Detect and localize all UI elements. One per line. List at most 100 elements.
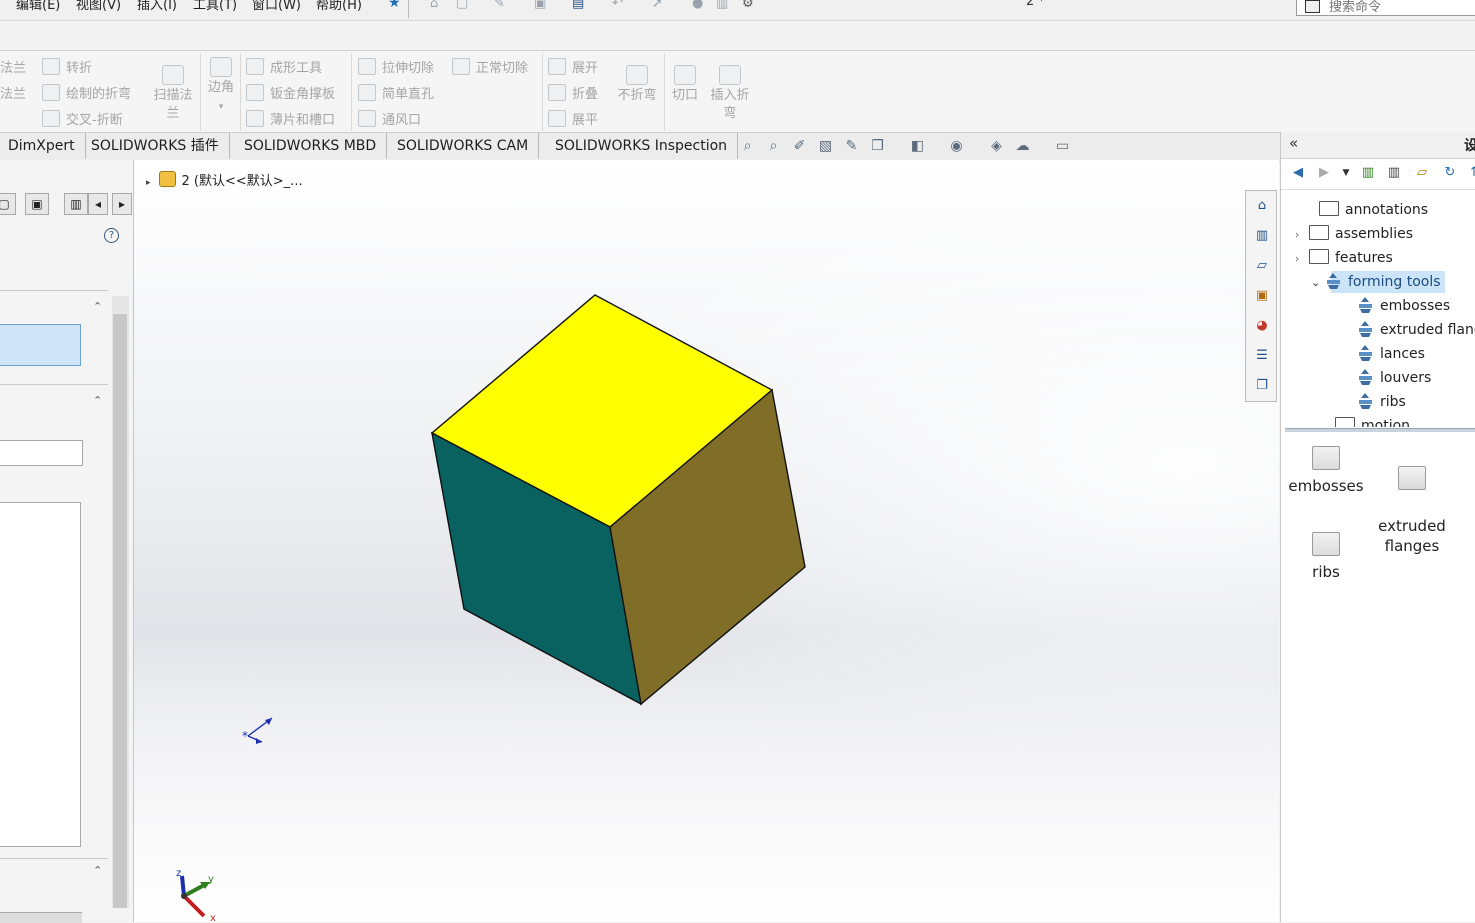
save-icon[interactable]: ▣ [534,0,549,11]
tree-item-louvers[interactable]: louvers [1357,367,1431,389]
menu-insert[interactable]: 插入(I) [137,0,177,13]
fold-button[interactable]: 折叠 [548,83,598,102]
tab-solidworks-inspection[interactable]: SOLIDWORKS Inspection [547,133,739,159]
insert-bends-button[interactable]: 插入折弯 [706,65,754,123]
text-field[interactable] [0,440,83,466]
previous-view-icon[interactable]: ✐ [791,138,808,155]
scroll-right-icon[interactable]: ▸ [112,193,132,215]
vent-button[interactable]: 通风口 [358,109,421,128]
up-one-level-icon[interactable]: ↑ [1465,164,1475,182]
flatten-button[interactable]: 展平 [548,109,598,128]
expand-chevron-icon[interactable]: › [1295,224,1309,246]
add-file-location-icon[interactable]: ▥ [1385,164,1403,182]
sheet-metal-gusset-button[interactable]: 钣金角撑板 [246,83,335,102]
appearances-icon[interactable]: ◕ [1251,315,1273,337]
refresh-icon[interactable]: ↻ [1441,164,1459,182]
menu-edit[interactable]: 编辑(E) [16,0,60,13]
tab-solidworks-cam[interactable]: SOLIDWORKS CAM [389,133,540,159]
pane-splitter[interactable] [1285,428,1475,432]
cube-model[interactable] [430,294,810,714]
configuration-manager-tab-icon[interactable]: ▣ [25,193,49,215]
normal-cut-button[interactable]: 正常切除 [452,57,528,76]
jog-button[interactable]: 转折 [42,57,92,76]
selection-box[interactable] [0,324,81,366]
extruded-cut-button[interactable]: 拉伸切除 [358,57,434,76]
section-view-icon[interactable]: ▧ [817,138,834,155]
folder-tile-ribs[interactable]: ribs [1281,532,1371,582]
tab-and-slot-button[interactable]: 薄片和槽口 [246,109,335,128]
menu-help[interactable]: 帮助(H) [316,0,362,13]
hide-show-items-icon[interactable]: ◉ [948,138,965,155]
folder-tile-extruded-flanges[interactable]: extruded flanges [1367,446,1457,556]
view-palette-icon[interactable]: ▣ [1251,285,1273,307]
view-settings-icon[interactable]: ▭ [1054,138,1071,155]
forming-tool-button[interactable]: 成形工具 [246,57,322,76]
tree-item-assemblies[interactable]: › assemblies [1295,223,1413,245]
tab-solidworks-mbd[interactable]: SOLIDWORKS MBD [236,133,388,159]
corners-dropdown-icon[interactable]: ▾ [219,102,224,112]
search-commands-input[interactable] [1327,0,1471,15]
design-library-icon[interactable]: ▥ [1251,225,1273,247]
vertical-scrollbar[interactable] [112,296,129,908]
dimxpert-manager-tab-icon[interactable]: ▥ [64,193,88,215]
ribbon-flange-2[interactable]: 法兰 [0,83,26,102]
tree-item-annotations[interactable]: annotations [1319,199,1428,221]
open-icon[interactable]: ✎ [494,0,509,11]
menu-view[interactable]: 视图(V) [76,0,121,13]
ribbon-flange-1[interactable]: 法兰 [0,57,26,76]
scrollbar-thumb[interactable] [113,314,127,908]
options-gear-icon[interactable]: ⚙ [742,0,757,11]
zoom-to-area-icon[interactable]: ⌕ [765,138,782,155]
swept-flange-button[interactable]: 扫描法兰 [150,65,196,123]
undo-icon[interactable]: ↶ [612,0,627,11]
view-orientation-icon[interactable]: ❒ [869,138,886,155]
display-style-icon[interactable]: ◧ [909,138,926,155]
collapse-chevron-icon[interactable]: ⌃ [93,864,102,877]
tree-item-features[interactable]: › features [1295,247,1393,269]
list-box[interactable] [0,502,81,847]
flyout-feature-tree[interactable]: ▸ 2 (默认<<默认>_... [146,170,303,189]
simple-hole-button[interactable]: 简单直孔 [358,83,434,102]
pin-icon[interactable]: ★ [388,0,401,11]
expand-chevron-icon[interactable]: › [1295,248,1309,270]
tree-item-motion[interactable]: motion [1335,415,1410,427]
forward-icon[interactable]: ▶ [1315,164,1333,182]
no-bends-button[interactable]: 不折弯 [614,65,660,105]
expand-arrow-icon[interactable]: ▸ [146,178,151,188]
file-properties-icon[interactable]: ▥ [716,0,731,11]
back-icon[interactable]: ◀ [1289,164,1307,182]
collapse-chevron-icon[interactable]: ⌄ [1311,272,1325,294]
create-new-folder-icon[interactable]: ▱ [1413,164,1431,182]
graphics-area[interactable]: ▸ 2 (默认<<默认>_... * z y x [134,160,1279,922]
cross-break-button[interactable]: 交叉-折断 [42,109,123,128]
unfold-button[interactable]: 展开 [548,57,598,76]
tab-solidworks-addins[interactable]: SOLIDWORKS 插件 [83,133,230,159]
dynamic-annotation-icon[interactable]: ✎ [843,138,860,155]
solidworks-resources-icon[interactable]: ⌂ [1251,195,1273,217]
tree-item-forming-tools[interactable]: ⌄ forming tools [1311,271,1445,293]
tree-item-ribs[interactable]: ribs [1357,391,1406,413]
rip-button[interactable]: 切口 [668,65,702,105]
tree-item-embosses[interactable]: embosses [1357,295,1450,317]
tab-dimxpert[interactable]: DimXpert [0,133,86,159]
scroll-left-icon[interactable]: ◂ [88,193,108,215]
folder-tile-embosses[interactable]: embosses [1281,446,1371,496]
print-icon[interactable]: ▤ [572,0,587,11]
rebuild-icon[interactable]: ● [692,0,707,11]
view-orientation-triad[interactable]: z y x [170,864,230,922]
select-icon[interactable]: ➚ [652,0,667,11]
feature-manager-tab-icon[interactable]: ▢ [0,193,16,215]
apply-scene-icon[interactable]: ☁ [1014,138,1031,155]
home-icon[interactable]: ⌂ [430,0,445,11]
collapse-pane-icon[interactable]: « [1289,134,1298,152]
tree-item-extruded-flanges[interactable]: extruded flang [1357,319,1475,341]
zoom-to-fit-icon[interactable]: ⌕ [739,138,756,155]
file-explorer-icon[interactable]: ▱ [1251,255,1273,277]
menu-tools[interactable]: 工具(T) [193,0,237,13]
add-to-library-icon[interactable]: ▥ [1359,164,1377,182]
new-document-icon[interactable]: ▢ [456,0,471,11]
sketched-bend-button[interactable]: 绘制的折弯 [42,83,131,102]
tree-item-lances[interactable]: lances [1357,343,1425,365]
history-dropdown-icon[interactable]: ▼ [1337,164,1355,182]
forum-icon[interactable]: ❐ [1251,375,1273,397]
